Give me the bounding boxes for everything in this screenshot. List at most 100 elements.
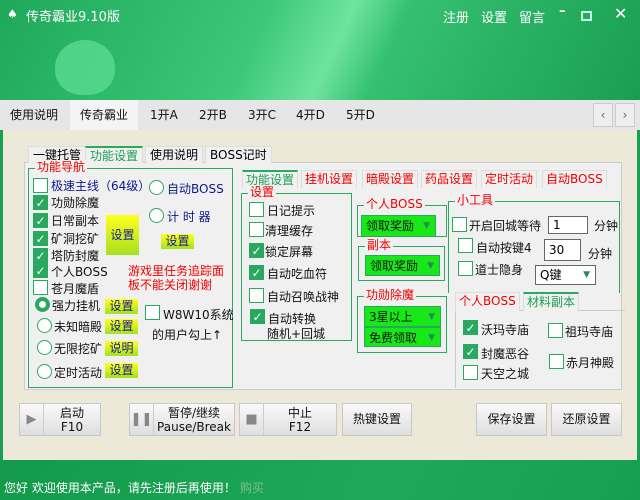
zuma-checkbox[interactable] bbox=[548, 323, 563, 338]
tab-chuanqi[interactable]: 传奇霸业 bbox=[70, 100, 139, 130]
stop-hotkey: F12 bbox=[288, 420, 312, 434]
minimize-icon[interactable]: – bbox=[559, 4, 566, 19]
key-select-value: Q键 bbox=[540, 268, 562, 282]
auto-switch-extra: 随机+回城 bbox=[267, 327, 326, 341]
unknown-palace-setup-button[interactable]: 设置 bbox=[105, 319, 138, 334]
restore-settings-button[interactable]: 还原设置 bbox=[551, 403, 622, 436]
zuma-label: 祖玛寺庙 bbox=[565, 325, 614, 339]
key-select[interactable]: Q键 ▼ bbox=[535, 265, 596, 285]
dungeon-select[interactable]: 领取奖励 ▼ bbox=[365, 255, 440, 276]
chiyue-checkbox[interactable] bbox=[549, 354, 564, 369]
dropdown-arrow-icon: ▼ bbox=[428, 333, 435, 343]
return-wait-label: 开启回城等待 bbox=[469, 219, 542, 233]
power-hangup-setup-button[interactable]: 设置 bbox=[105, 299, 138, 314]
tab-2b[interactable]: 2开B bbox=[189, 100, 237, 130]
w8w10-note: 的用户勾上↑ bbox=[152, 328, 223, 342]
timed-event-radio[interactable] bbox=[37, 364, 52, 379]
auto-switch-checkbox[interactable]: ✓ bbox=[250, 309, 265, 324]
infinite-mining-info-button[interactable]: 说明 bbox=[105, 341, 138, 356]
settings-link[interactable]: 设置 bbox=[481, 7, 507, 26]
timed-event-label: 定时活动 bbox=[54, 366, 103, 380]
tab-3c[interactable]: 3开C bbox=[238, 100, 286, 130]
moon-shield-checkbox[interactable] bbox=[33, 280, 48, 295]
unknown-palace-radio[interactable] bbox=[37, 318, 52, 333]
pause-button[interactable]: ❚❚ 暂停/继续 Pause/Break bbox=[129, 403, 235, 436]
window-title: 传奇霸业9.10版 bbox=[26, 10, 120, 25]
personal-boss-checkbox[interactable]: ✓ bbox=[33, 263, 48, 278]
auto-boss-radio[interactable] bbox=[149, 180, 164, 195]
infinite-mining-label: 无限挖矿 bbox=[54, 342, 103, 356]
return-wait-checkbox[interactable] bbox=[452, 217, 467, 232]
buy-link[interactable]: 购买 bbox=[240, 479, 264, 496]
close-icon[interactable]: ✕ bbox=[614, 4, 627, 23]
diary-checkbox[interactable] bbox=[249, 202, 264, 217]
mining-checkbox[interactable]: ✓ bbox=[33, 231, 48, 246]
personal-boss-label: 个人BOSS bbox=[51, 265, 108, 279]
summon-checkbox[interactable] bbox=[249, 288, 264, 303]
tab-materials[interactable]: 材料副本 bbox=[523, 292, 580, 311]
unknown-palace-label: 未知暗殿 bbox=[54, 320, 103, 334]
start-button[interactable]: ▶ 启动 F10 bbox=[19, 403, 101, 436]
merit-claim-select[interactable]: 免费领取 ▼ bbox=[364, 327, 441, 347]
clear-cache-checkbox[interactable] bbox=[249, 222, 264, 237]
setup-button-large[interactable]: 设置 bbox=[106, 215, 139, 255]
register-link[interactable]: 注册 bbox=[443, 7, 469, 26]
subtab-auto-boss[interactable]: 自动BOSS bbox=[542, 170, 607, 188]
auto-key-input[interactable]: 30 bbox=[544, 239, 581, 261]
sky-city-checkbox[interactable] bbox=[463, 365, 478, 380]
tab-personal-boss[interactable]: 个人BOSS bbox=[455, 292, 520, 311]
nav-group-title: 功能导航 bbox=[35, 160, 88, 174]
stop-icon: ■ bbox=[240, 404, 264, 435]
tab-5d[interactable]: 5开D bbox=[336, 100, 385, 130]
save-settings-button[interactable]: 保存设置 bbox=[476, 403, 547, 436]
tower-defense-checkbox[interactable]: ✓ bbox=[33, 248, 48, 263]
lock-screen-checkbox[interactable]: ✓ bbox=[249, 243, 264, 258]
tab-usage[interactable]: 使用说明 bbox=[0, 100, 68, 130]
tab-instructions[interactable]: 使用说明 bbox=[145, 146, 204, 163]
merit-checkbox[interactable]: ✓ bbox=[33, 195, 48, 210]
return-wait-input[interactable]: 1 bbox=[548, 216, 588, 234]
chevron-left-icon[interactable]: ‹ bbox=[593, 103, 613, 127]
chevron-right-icon[interactable]: › bbox=[615, 103, 635, 127]
timer-setup-button[interactable]: 设置 bbox=[161, 234, 194, 249]
auto-key-unit: 分钟 bbox=[588, 247, 613, 261]
daily-dungeon-checkbox[interactable]: ✓ bbox=[33, 213, 48, 228]
tab-4d[interactable]: 4开D bbox=[286, 100, 335, 130]
timer-radio[interactable] bbox=[149, 208, 164, 223]
tab-1a[interactable]: 1开A bbox=[140, 100, 188, 130]
power-hangup-radio[interactable] bbox=[35, 297, 50, 312]
subtab-hangup-settings[interactable]: 挂机设置 bbox=[301, 170, 358, 188]
tab-function-settings[interactable]: 功能设置 bbox=[85, 146, 144, 163]
auto-key-label: 自动按键4 bbox=[476, 241, 532, 255]
tower-defense-label: 塔防封魔 bbox=[51, 249, 100, 263]
infinite-mining-radio[interactable] bbox=[37, 340, 52, 355]
border-left bbox=[0, 130, 3, 460]
subtab-potion-settings[interactable]: 药品设置 bbox=[421, 170, 478, 188]
mining-label: 矿洞挖矿 bbox=[51, 232, 100, 246]
maximize-icon[interactable] bbox=[581, 11, 592, 21]
w8w10-label: W8W10系统 bbox=[163, 308, 234, 322]
moon-shield-label: 苍月魔盾 bbox=[51, 282, 100, 296]
return-wait-unit: 分钟 bbox=[594, 219, 619, 233]
personal-boss-select[interactable]: 领取奖励 ▼ bbox=[361, 215, 436, 237]
subtab-palace-settings[interactable]: 暗殿设置 bbox=[362, 170, 419, 188]
merit-star-select[interactable]: 3星以上 ▼ bbox=[364, 306, 441, 327]
auto-key-checkbox[interactable] bbox=[458, 238, 473, 253]
subtab-timed-events[interactable]: 定时活动 bbox=[481, 170, 538, 188]
stop-button[interactable]: ■ 中止 F12 bbox=[239, 403, 337, 436]
woma-checkbox[interactable]: ✓ bbox=[463, 320, 478, 335]
blood-charm-checkbox[interactable]: ✓ bbox=[249, 265, 264, 280]
status-text: 您好 欢迎使用本产品，请先注册后再使用！ bbox=[4, 481, 236, 495]
stealth-checkbox[interactable] bbox=[458, 261, 473, 276]
speed-mainline-checkbox[interactable] bbox=[33, 178, 48, 193]
hotkey-settings-button[interactable]: 热键设置 bbox=[342, 403, 412, 436]
dropdown-arrow-icon: ▼ bbox=[427, 261, 434, 271]
w8w10-checkbox[interactable] bbox=[145, 305, 160, 320]
stealth-label: 道士隐身 bbox=[475, 263, 524, 277]
settings-group-title: 设置 bbox=[248, 185, 277, 199]
tab-boss-timer[interactable]: BOSS记时 bbox=[205, 146, 272, 163]
personal-boss-title: 个人BOSS bbox=[364, 197, 425, 211]
fengmo-checkbox[interactable]: ✓ bbox=[463, 344, 478, 359]
message-link[interactable]: 留言 bbox=[519, 7, 545, 26]
timed-event-setup-button[interactable]: 设置 bbox=[105, 363, 138, 378]
